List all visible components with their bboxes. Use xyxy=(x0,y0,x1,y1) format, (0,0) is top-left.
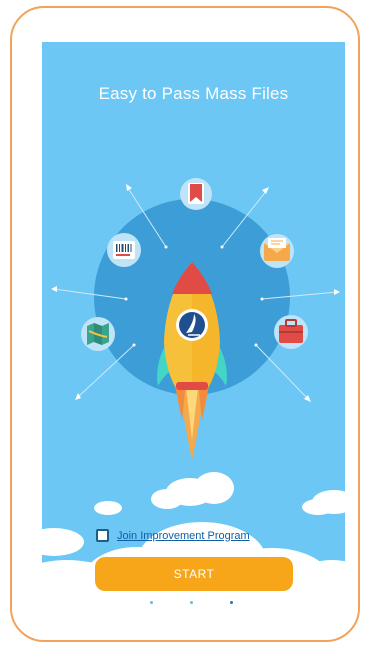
bookmark-icon xyxy=(180,178,212,210)
barcode-icon xyxy=(107,233,141,267)
join-improvement-option[interactable]: Join Improvement Program xyxy=(96,529,250,542)
clouds xyxy=(42,472,345,622)
join-improvement-link[interactable]: Join Improvement Program xyxy=(117,530,250,542)
page-dot[interactable] xyxy=(150,601,153,604)
envelope-icon xyxy=(260,234,294,268)
page-dot-active[interactable] xyxy=(230,601,233,604)
improvement-checkbox[interactable] xyxy=(96,529,109,542)
page-indicator xyxy=(42,601,345,607)
onboarding-screen: Easy to Pass Mass Files Join Improvement… xyxy=(42,42,345,622)
briefcase-icon xyxy=(274,315,308,349)
page-dot[interactable] xyxy=(190,601,193,604)
map-icon xyxy=(81,317,115,351)
page-title: Easy to Pass Mass Files xyxy=(98,84,289,103)
start-button[interactable]: START xyxy=(95,557,293,591)
